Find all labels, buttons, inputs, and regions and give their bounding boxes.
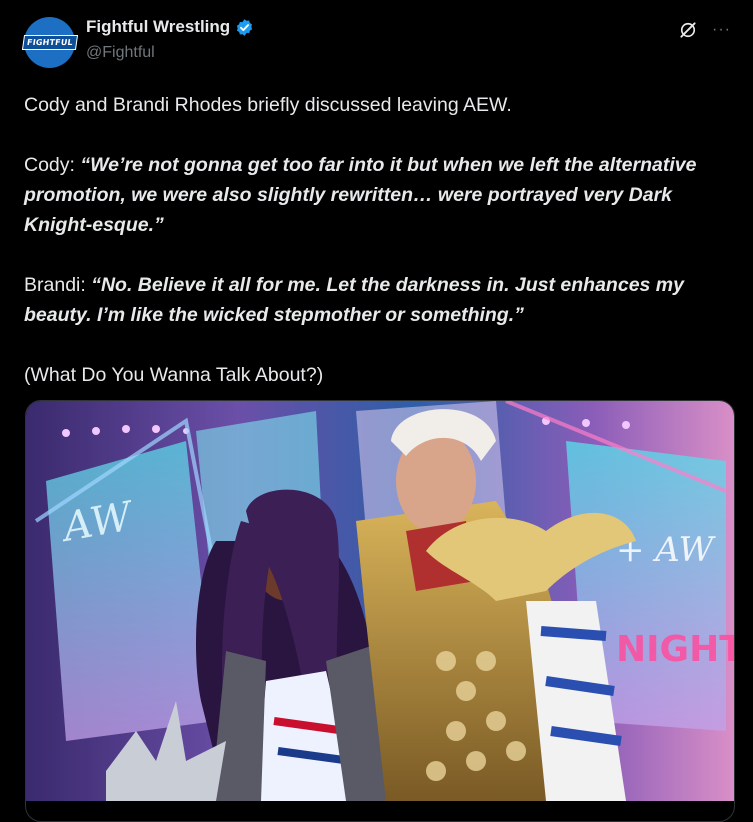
tweet-photo[interactable]: AW + AW NIGHT (25, 400, 735, 822)
tweet-source: (What Do You Wanna Talk About?) (24, 364, 324, 386)
tweet-paragraph-brandi: Brandi: “No. Believe it all for me. Let … (24, 270, 724, 330)
cody-quote: “We’re not gonna get too far into it but… (24, 154, 697, 236)
avatar[interactable]: FIGHTFUL (21, 17, 78, 68)
tweet-paragraph-cody: Cody: “We’re not gonna get too far into … (24, 150, 724, 240)
wrestlers-photo-illustration: AW + AW NIGHT (26, 401, 734, 801)
author-display-name[interactable]: Fightful Wrestling (86, 17, 230, 37)
cody-label: Cody: (24, 154, 81, 176)
tweet-text: Cody and Brandi Rhodes briefly discussed… (24, 90, 724, 390)
tweet-line-intro: Cody and Brandi Rhodes briefly discussed… (24, 94, 512, 116)
more-options-icon[interactable]: ··· (712, 22, 731, 38)
grok-icon[interactable] (678, 20, 698, 40)
author-name-row: Fightful Wrestling (86, 17, 254, 37)
right-sign-text-2: NIGHT (616, 629, 734, 670)
avatar-logo-text: FIGHTFUL (21, 35, 78, 50)
brandi-quote: “No. Believe it all for me. Let the dark… (24, 274, 684, 326)
tweet: FIGHTFUL Fightful Wrestling @Fightful ··… (0, 0, 753, 822)
verified-badge-icon (237, 18, 253, 36)
brandi-label: Brandi: (24, 274, 92, 296)
author-handle[interactable]: @Fightful (86, 44, 155, 62)
tweet-header-actions: ··· (678, 20, 731, 40)
